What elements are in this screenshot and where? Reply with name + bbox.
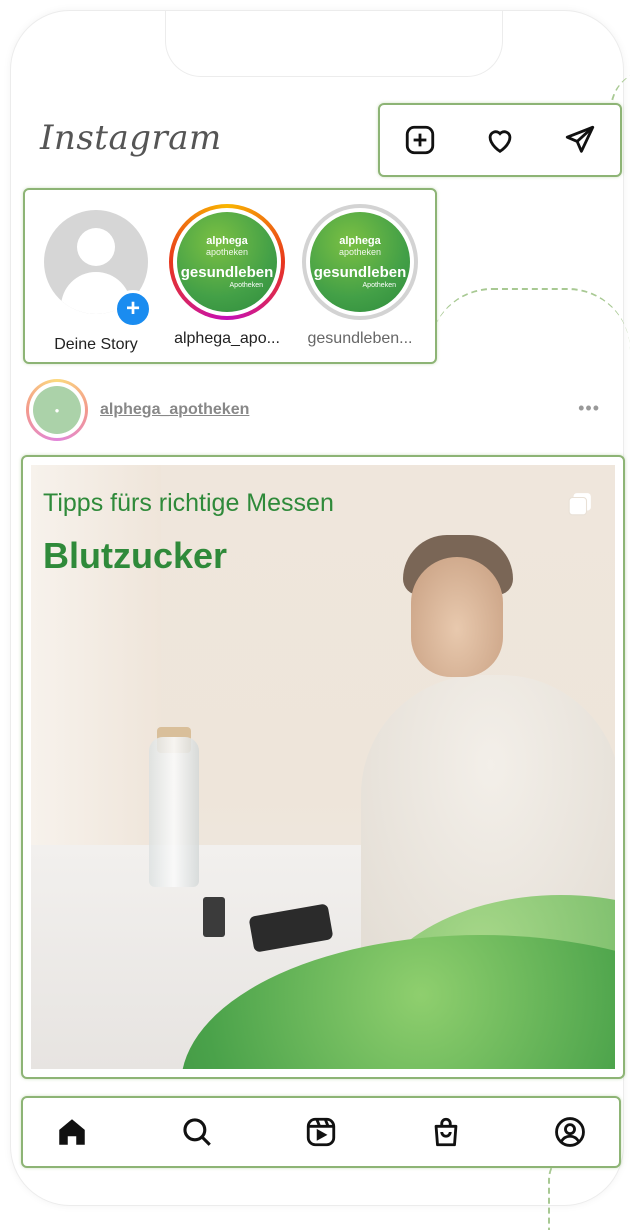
reels-icon (306, 1117, 336, 1147)
tab-search[interactable] (172, 1107, 222, 1157)
home-icon (59, 1119, 85, 1145)
header-actions (378, 103, 622, 177)
post-image-title: Tipps fürs richtige Messen (43, 489, 334, 517)
more-options-icon[interactable]: ••• (578, 398, 600, 419)
decorative-dashed-curve (430, 288, 630, 350)
heart-icon (488, 130, 512, 154)
tab-shop[interactable] (421, 1107, 471, 1157)
shop-icon (434, 1117, 457, 1147)
brand-logo: alphega apotheken gesundleben Apotheken (310, 212, 410, 312)
search-icon (182, 1118, 211, 1146)
tab-profile[interactable] (545, 1107, 595, 1157)
post-image-headline: Blutzucker (43, 535, 228, 576)
direct-button[interactable] (560, 120, 600, 160)
story-gesundleben[interactable]: alphega apotheken gesundleben Apotheken … (295, 204, 425, 348)
tab-home[interactable] (47, 1107, 97, 1157)
stories-tray: + Deine Story alphega apotheken gesundle… (23, 188, 437, 364)
story-alphega[interactable]: alphega apotheken gesundleben Apotheken … (162, 204, 292, 348)
post-image[interactable]: Tipps fürs richtige Messen Blutzucker (31, 465, 615, 1069)
story-label: gesundleben... (307, 330, 413, 347)
brand-logo: alphega apotheken gesundleben Apotheken (177, 212, 277, 312)
post-username[interactable]: alphega_apotheken (100, 401, 249, 419)
paper-plane-icon (565, 125, 595, 153)
story-own[interactable]: + Deine Story (31, 204, 161, 354)
tab-reels[interactable] (296, 1107, 346, 1157)
story-label: Deine Story (54, 336, 138, 353)
plus-square-icon (405, 125, 435, 155)
post-avatar[interactable]: ● (26, 379, 88, 441)
story-label: alphega_apo... (174, 330, 280, 347)
post-image-frame: Tipps fürs richtige Messen Blutzucker (21, 455, 625, 1079)
story-ring-unseen: alphega apotheken gesundleben Apotheken (169, 204, 285, 320)
profile-icon (555, 1117, 585, 1147)
add-story-icon[interactable]: + (114, 290, 152, 328)
new-post-button[interactable] (400, 120, 440, 160)
activity-button[interactable] (480, 120, 520, 160)
phone-notch (165, 11, 503, 77)
carousel-icon (568, 493, 591, 516)
brand-mini-logo: ● (33, 386, 81, 434)
avatar: + (38, 210, 154, 328)
bottom-tab-bar (21, 1096, 621, 1168)
instagram-logo: Instagram (40, 118, 222, 158)
story-ring-seen: alphega apotheken gesundleben Apotheken (302, 204, 418, 320)
post-header: ● alphega_apotheken ••• (26, 378, 610, 442)
